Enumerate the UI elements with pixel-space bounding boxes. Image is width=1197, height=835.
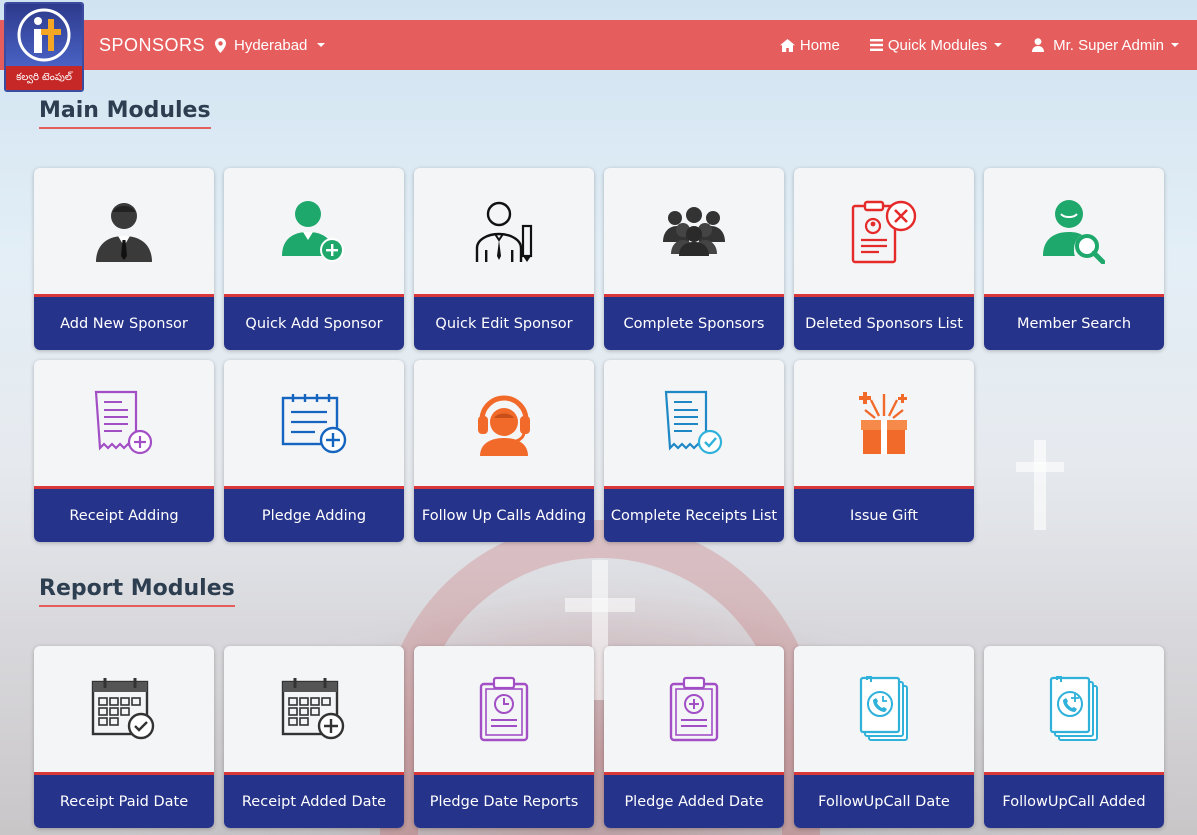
card-quick-edit-sponsor[interactable]: Quick Edit Sponsor	[414, 168, 594, 350]
user-menu-dropdown[interactable]: Mr. Super Admin	[1032, 37, 1179, 54]
logo-emblem	[6, 4, 82, 66]
call-clock-icon	[859, 676, 908, 741]
card-icon-area	[794, 646, 974, 772]
card-icon-area	[224, 646, 404, 772]
card-icon-area	[34, 168, 214, 294]
chevron-down-icon	[1171, 43, 1179, 47]
city-label: Hyderabad	[234, 36, 308, 54]
home-icon	[779, 38, 795, 52]
card-icon-area	[794, 168, 974, 294]
card-follow-up-calls-adding[interactable]: Follow Up Calls Adding	[414, 360, 594, 542]
card-icon-area	[34, 360, 214, 486]
card-pledge-adding[interactable]: Pledge Adding	[224, 360, 404, 542]
nav-right: Home Quick Modules Mr. Super Admin	[779, 20, 1179, 70]
card-icon-area	[984, 168, 1164, 294]
calendar-add-icon	[281, 678, 345, 740]
brand-title[interactable]: SPONSORS	[99, 20, 205, 70]
card-receipt-adding[interactable]: Receipt Adding	[34, 360, 214, 542]
card-followupcall-date[interactable]: FollowUpCall Date	[794, 646, 974, 828]
logo-text: కల్వరి టెంపుల్	[6, 66, 82, 90]
card-member-search[interactable]: Member Search	[984, 168, 1164, 350]
card-icon-area	[604, 360, 784, 486]
card-add-new-sponsor[interactable]: Add New Sponsor	[34, 168, 214, 350]
card-receipt-paid-date[interactable]: Receipt Paid Date	[34, 646, 214, 828]
card-icon-area	[224, 168, 404, 294]
card-icon-area	[414, 360, 594, 486]
card-icon-area	[984, 646, 1164, 772]
card-label: Receipt Adding	[34, 486, 214, 542]
card-label: Pledge Date Reports	[414, 772, 594, 828]
card-label: Quick Add Sponsor	[224, 294, 404, 350]
clipboard-clock-icon	[479, 676, 529, 742]
chevron-down-icon	[317, 43, 326, 47]
card-label: Receipt Added Date	[224, 772, 404, 828]
user-add-icon	[282, 201, 344, 262]
card-followupcall-added[interactable]: FollowUpCall Added	[984, 646, 1164, 828]
user-edit-icon	[475, 201, 533, 262]
home-link[interactable]: Home	[779, 36, 840, 54]
card-complete-sponsors[interactable]: Complete Sponsors	[604, 168, 784, 350]
user-icon	[1032, 38, 1045, 52]
card-icon-area	[224, 360, 404, 486]
card-label: Quick Edit Sponsor	[414, 294, 594, 350]
card-complete-receipts-list[interactable]: Complete Receipts List	[604, 360, 784, 542]
receipt-check-icon	[664, 390, 723, 455]
businessman-icon	[96, 203, 152, 262]
card-label: Follow Up Calls Adding	[414, 486, 594, 542]
card-pledge-date-reports[interactable]: Pledge Date Reports	[414, 646, 594, 828]
map-marker-icon	[215, 37, 226, 53]
card-label: Complete Receipts List	[604, 486, 784, 542]
card-icon-area	[414, 168, 594, 294]
card-deleted-sponsors-list[interactable]: Deleted Sponsors List	[794, 168, 974, 350]
pledge-add-icon	[281, 394, 347, 454]
card-quick-add-sponsor[interactable]: Quick Add Sponsor	[224, 168, 404, 350]
menu-bars-icon	[869, 39, 883, 51]
card-label: Pledge Adding	[224, 486, 404, 542]
card-label: FollowUpCall Date	[794, 772, 974, 828]
gift-icon	[859, 392, 907, 454]
card-receipt-added-date[interactable]: Receipt Added Date	[224, 646, 404, 828]
clipboard-add-icon	[669, 676, 719, 742]
card-icon-area	[34, 646, 214, 772]
card-pledge-added-date[interactable]: Pledge Added Date	[604, 646, 784, 828]
card-label: Complete Sponsors	[604, 294, 784, 350]
card-icon-area	[794, 360, 974, 486]
deleted-list-icon	[851, 200, 917, 264]
card-label: Issue Gift	[794, 486, 974, 542]
app-logo[interactable]: కల్వరి టెంపుల్	[4, 2, 84, 92]
background-cross-bar	[565, 598, 635, 612]
card-label: Deleted Sponsors List	[794, 294, 974, 350]
card-icon-area	[414, 646, 594, 772]
headset-icon	[478, 395, 530, 456]
report-modules-heading: Report Modules	[39, 576, 235, 607]
card-issue-gift[interactable]: Issue Gift	[794, 360, 974, 542]
cross-logo-icon	[17, 8, 71, 62]
group-icon	[663, 207, 725, 256]
quick-modules-label: Quick Modules	[887, 36, 988, 54]
quick-modules-dropdown[interactable]: Quick Modules	[869, 36, 1003, 54]
card-label: Add New Sponsor	[34, 294, 214, 350]
calendar-check-icon	[91, 678, 155, 740]
member-search-icon	[1043, 200, 1105, 264]
top-navbar: SPONSORS Hyderabad Home Quick Modules Mr…	[0, 20, 1197, 70]
card-label: Receipt Paid Date	[34, 772, 214, 828]
call-add-icon	[1049, 676, 1098, 741]
chevron-down-icon	[994, 43, 1003, 47]
main-modules-heading: Main Modules	[39, 98, 211, 129]
card-label: FollowUpCall Added	[984, 772, 1164, 828]
card-label: Pledge Added Date	[604, 772, 784, 828]
card-icon-area	[604, 168, 784, 294]
receipt-add-icon	[94, 390, 153, 455]
city-dropdown[interactable]: Hyderabad	[215, 20, 326, 70]
background-cross-small	[1034, 440, 1046, 530]
card-label: Member Search	[984, 294, 1164, 350]
background-cross-small-bar	[1016, 462, 1064, 472]
home-label: Home	[799, 36, 840, 54]
user-label: Mr. Super Admin	[1053, 36, 1164, 54]
card-icon-area	[604, 646, 784, 772]
